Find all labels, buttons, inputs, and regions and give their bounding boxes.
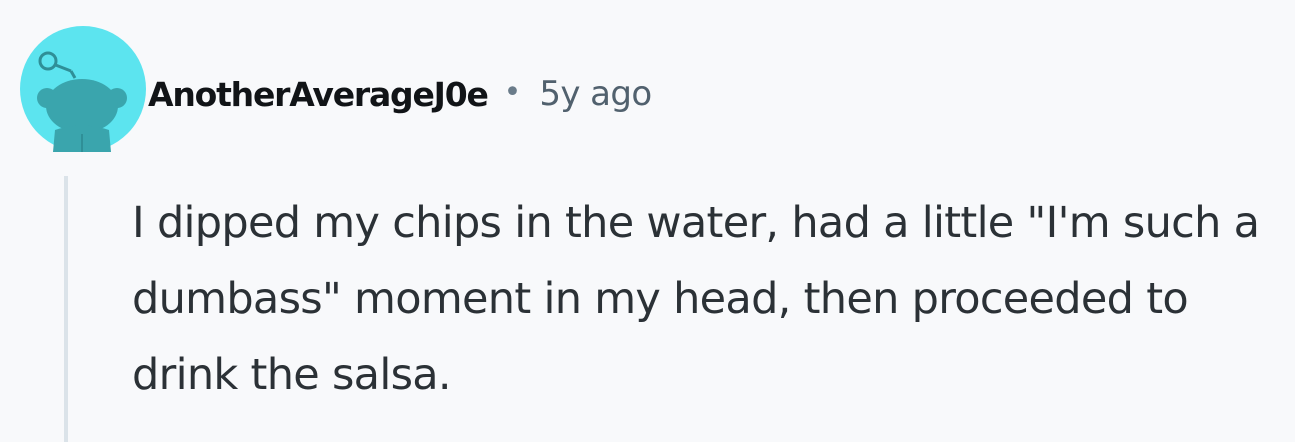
separator-dot: •: [503, 74, 522, 110]
thread-line[interactable]: [64, 176, 68, 442]
timestamp[interactable]: 5y ago: [539, 74, 652, 114]
comment-body: I dipped my chips in the water, had a li…: [132, 198, 1260, 400]
comment-header: AnotherAverageJ0e • 5y ago: [148, 66, 652, 122]
username-link[interactable]: AnotherAverageJ0e: [148, 75, 489, 114]
snoo-avatar-icon[interactable]: [19, 26, 149, 152]
